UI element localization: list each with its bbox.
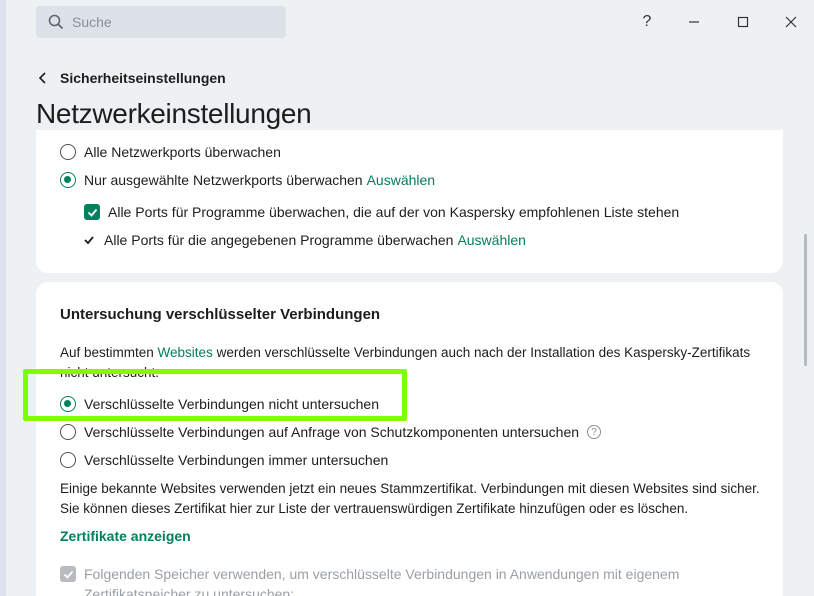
search-icon bbox=[48, 14, 64, 30]
radio-scan-always[interactable]: Verschlüsselte Verbindungen immer unters… bbox=[60, 452, 388, 468]
chevron-left-icon bbox=[38, 72, 46, 84]
search-box[interactable]: Suche bbox=[36, 6, 286, 38]
radio-label: Verschlüsselte Verbindungen auf Anfrage … bbox=[84, 424, 580, 440]
page-title: Netzwerkeinstellungen bbox=[36, 98, 312, 129]
intro-text-part: Auf bestimmten bbox=[60, 345, 158, 360]
checkbox-indicator[interactable] bbox=[84, 204, 100, 220]
help-icon[interactable]: ? bbox=[587, 425, 602, 439]
radio-label: Nur ausgewählte Netzwerkports überwachen bbox=[84, 172, 363, 188]
maximize-button[interactable] bbox=[728, 10, 758, 34]
close-button[interactable] bbox=[776, 10, 806, 34]
websites-link[interactable]: Websites bbox=[158, 345, 213, 360]
breadcrumb-back[interactable]: Sicherheitseinstellungen bbox=[36, 70, 226, 86]
highlight-box bbox=[23, 369, 407, 421]
section-title: Untersuchung verschlüsselter Verbindunge… bbox=[60, 306, 381, 323]
radio-selected-ports[interactable]: Nur ausgewählte Netzwerkports überwachen… bbox=[60, 172, 435, 188]
search-placeholder: Suche bbox=[72, 14, 112, 30]
radio-indicator[interactable] bbox=[60, 172, 76, 188]
checkbox-label: Folgenden Speicher verwenden, um verschl… bbox=[84, 566, 680, 596]
tick-label: Alle Ports für die angegebenen Programme… bbox=[104, 232, 454, 248]
checkbox-indicator[interactable] bbox=[60, 566, 76, 582]
minimize-button[interactable] bbox=[679, 10, 709, 34]
minimize-icon bbox=[689, 21, 699, 23]
maximize-icon bbox=[737, 16, 749, 28]
checkbox-recommended-ports[interactable]: Alle Ports für Programme überwachen, die… bbox=[84, 204, 679, 220]
encrypted-connections-card: Untersuchung verschlüsselter Verbindunge… bbox=[36, 282, 783, 596]
tick-icon bbox=[84, 235, 100, 245]
select-programs-link[interactable]: Auswählen bbox=[457, 232, 526, 248]
certificate-info-text: Einige bekannte Websites verwenden jetzt… bbox=[60, 481, 760, 516]
checkbox-label: Alle Ports für Programme überwachen, die… bbox=[108, 204, 680, 220]
help-button[interactable]: ? bbox=[632, 10, 662, 34]
scrollbar-thumb[interactable] bbox=[804, 234, 807, 366]
select-ports-link[interactable]: Auswählen bbox=[367, 172, 436, 188]
radio-indicator[interactable] bbox=[60, 452, 76, 468]
ports-card: Alle Netzwerkports überwachen Nur ausgew… bbox=[36, 130, 783, 273]
checkbox-certificate-store[interactable]: Folgenden Speicher verwenden, um verschl… bbox=[60, 564, 760, 596]
breadcrumb-label: Sicherheitseinstellungen bbox=[60, 70, 226, 86]
radio-indicator[interactable] bbox=[60, 424, 76, 440]
radio-label: Alle Netzwerkports überwachen bbox=[84, 144, 281, 160]
show-certificates-link[interactable]: Zertifikate anzeigen bbox=[60, 528, 191, 544]
radio-indicator[interactable] bbox=[60, 144, 76, 160]
checkmark-icon bbox=[63, 570, 73, 579]
radio-all-ports[interactable]: Alle Netzwerkports überwachen bbox=[60, 144, 281, 160]
radio-label: Verschlüsselte Verbindungen immer unters… bbox=[84, 452, 389, 468]
left-edge-strip bbox=[0, 0, 6, 596]
checkmark-icon bbox=[87, 208, 97, 217]
radio-scan-on-request[interactable]: Verschlüsselte Verbindungen auf Anfrage … bbox=[60, 424, 602, 440]
tick-specified-programs[interactable]: Alle Ports für die angegebenen Programme… bbox=[84, 232, 526, 248]
close-icon bbox=[785, 16, 797, 28]
